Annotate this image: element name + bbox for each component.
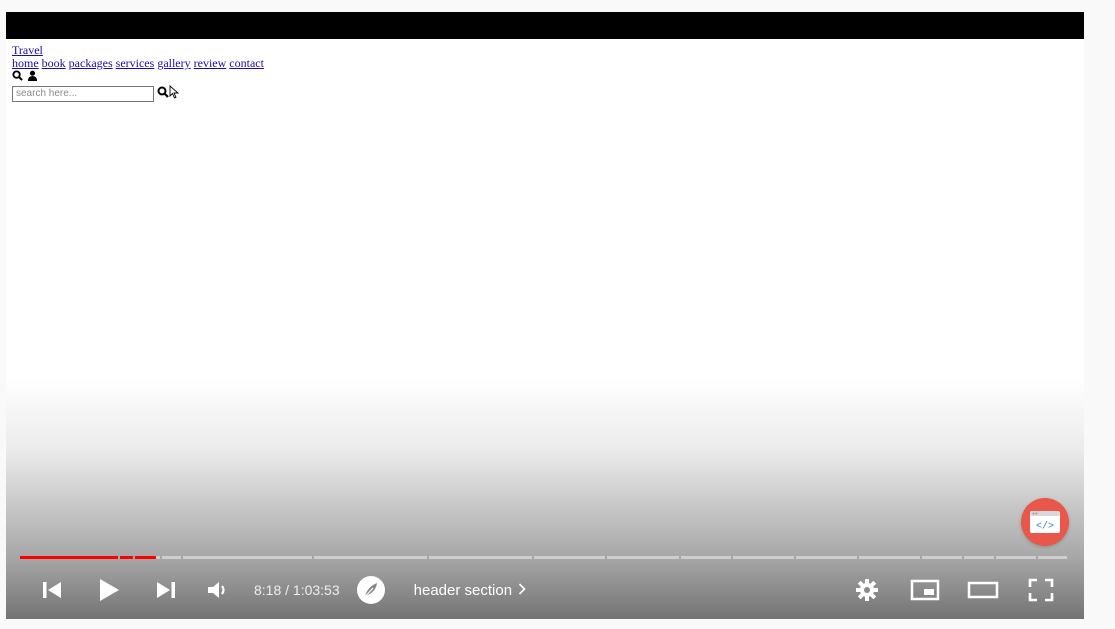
channel-watermark-badge[interactable]: </> xyxy=(1021,498,1069,546)
progress-chapter-segment[interactable] xyxy=(429,556,532,559)
gear-icon[interactable] xyxy=(838,570,896,610)
navbar: home book packages services gallery revi… xyxy=(12,57,264,70)
search-submit-icon[interactable] xyxy=(157,86,169,101)
nav-link-review[interactable]: review xyxy=(194,56,227,70)
time-display: 8:18 / 1:03:53 xyxy=(254,582,340,598)
nav-link-services[interactable]: services xyxy=(116,56,155,70)
skip-next-icon[interactable] xyxy=(138,570,194,610)
time-separator: / xyxy=(281,582,293,598)
progress-chapter-segment[interactable] xyxy=(859,556,921,559)
progress-chapter-segment[interactable] xyxy=(313,556,428,559)
header-icons xyxy=(12,69,264,84)
nav-link-home[interactable]: home xyxy=(12,56,39,70)
chevron-right-icon xyxy=(518,582,526,599)
nav-link-book[interactable]: book xyxy=(42,56,66,70)
duration: 1:03:53 xyxy=(292,582,340,598)
right-controls xyxy=(838,570,1070,610)
logo-link[interactable]: Travel xyxy=(12,43,43,57)
progress-played-segment xyxy=(119,556,134,559)
current-time: 8:18 xyxy=(254,582,282,598)
nav-link-contact[interactable]: contact xyxy=(229,56,264,70)
fullscreen-icon[interactable] xyxy=(1012,570,1070,610)
progress-chapter-segment[interactable] xyxy=(1037,556,1067,559)
mouse-cursor-icon xyxy=(169,85,181,102)
progress-played-segment xyxy=(135,556,157,559)
theater-mode-icon[interactable] xyxy=(954,570,1012,610)
badge-code-text: </> xyxy=(1036,521,1054,533)
video-player[interactable]: Travel home book packages services galle… xyxy=(6,12,1084,619)
chapter-title: header section xyxy=(413,581,513,599)
user-icon[interactable] xyxy=(27,70,38,84)
search-input[interactable] xyxy=(12,85,154,102)
webpage-content: Travel home book packages services galle… xyxy=(12,44,264,102)
miniplayer-icon[interactable] xyxy=(896,570,954,610)
nav-link-packages[interactable]: packages xyxy=(69,56,113,70)
play-icon[interactable] xyxy=(80,570,138,610)
progress-bar[interactable] xyxy=(20,556,1069,560)
progress-chapter-segment[interactable] xyxy=(182,556,312,559)
progress-chapter-segment[interactable] xyxy=(796,556,858,559)
progress-chapter-segment[interactable] xyxy=(922,556,963,559)
progress-played-segment xyxy=(20,556,118,559)
progress-chapter-segment[interactable] xyxy=(534,556,606,559)
feather-icon[interactable] xyxy=(356,570,386,610)
video-top-black-bar xyxy=(6,12,1084,39)
progress-chapter-segment[interactable] xyxy=(995,556,1036,559)
progress-chapter-segment[interactable] xyxy=(607,556,679,559)
nav-link-gallery[interactable]: gallery xyxy=(157,56,190,70)
chapter-button[interactable]: header section xyxy=(414,582,526,599)
progress-chapter-segment[interactable] xyxy=(161,556,181,559)
progress-chapter-segment[interactable] xyxy=(733,556,795,559)
progress-chapter-segment[interactable] xyxy=(680,556,732,559)
progress-chapter-segment[interactable] xyxy=(964,556,994,559)
search-form xyxy=(12,85,264,102)
search-icon[interactable] xyxy=(12,69,23,84)
volume-icon[interactable] xyxy=(194,570,244,610)
skip-previous-icon[interactable] xyxy=(24,570,80,610)
player-controls: 8:18 / 1:03:53 header section xyxy=(6,568,1084,612)
